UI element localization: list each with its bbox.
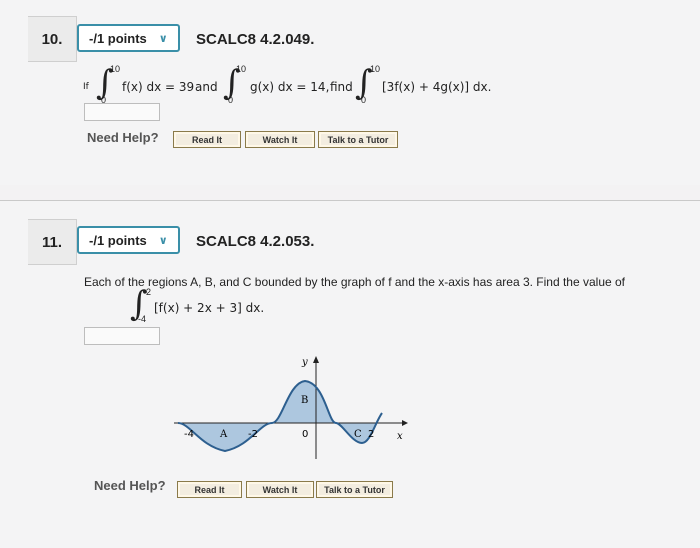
- x-axis-label: x: [397, 431, 403, 442]
- points-label: -/1 points: [89, 30, 147, 46]
- answer-input[interactable]: [84, 103, 160, 121]
- question-10: 10. -/1 points ∨ SCALC8 4.2.049. If ∫ 10…: [0, 0, 700, 185]
- integral-upper-limit: 10: [110, 64, 121, 74]
- chevron-down-icon: ∨: [158, 32, 168, 45]
- and-word: and: [195, 80, 218, 94]
- integral-expression: f(x) dx = 39: [122, 80, 195, 94]
- talk-to-tutor-button[interactable]: Talk to a Tutor: [318, 131, 398, 148]
- integral-upper-limit: 2: [146, 287, 152, 297]
- read-it-button[interactable]: Read It: [177, 481, 242, 498]
- integral-upper-limit: 10: [370, 64, 381, 74]
- question-number-label: 10.: [41, 30, 63, 48]
- chevron-down-icon: ∨: [158, 234, 168, 247]
- integral-lower-limit: 0: [361, 95, 367, 105]
- tick-label-2: 2: [368, 429, 374, 440]
- problem-code: SCALC8 4.2.053.: [196, 233, 315, 250]
- question-11: 11. -/1 points ∨ SCALC8 4.2.053. Each of…: [0, 200, 700, 548]
- problem-statement: Each of the regions A, B, and C bounded …: [84, 275, 626, 289]
- if-word: If: [83, 82, 89, 92]
- question-number-label: 11.: [41, 233, 63, 251]
- integral-lower-limit: 0: [228, 95, 234, 105]
- need-help-label: Need Help?: [94, 478, 166, 493]
- answer-input[interactable]: [84, 327, 160, 345]
- points-dropdown[interactable]: -/1 points ∨: [77, 24, 180, 52]
- watch-it-button[interactable]: Watch It: [246, 481, 314, 498]
- region-c-label: C: [354, 429, 362, 440]
- x-axis-arrow: [402, 420, 408, 426]
- y-axis-label: y: [301, 357, 308, 368]
- tick-label-neg4: -4: [184, 429, 194, 440]
- question-number: 10.: [28, 16, 77, 62]
- talk-to-tutor-button[interactable]: Talk to a Tutor: [316, 481, 393, 498]
- question-number: 11.: [28, 219, 77, 265]
- region-b-label: B: [301, 395, 308, 406]
- tick-label-neg2: -2: [248, 429, 258, 440]
- function-graph: y x -4 -2 0 2 A B C: [174, 356, 408, 459]
- integral-expression: g(x) dx = 14,: [250, 80, 330, 94]
- integral-upper-limit: 10: [236, 64, 247, 74]
- integral-expression: [3f(x) + 4g(x)] dx.: [382, 80, 492, 94]
- find-word: find: [330, 80, 353, 94]
- read-it-button[interactable]: Read It: [173, 131, 241, 148]
- integral-lower-limit: -4: [138, 314, 147, 324]
- need-help-label: Need Help?: [87, 130, 159, 145]
- integral-expression: [f(x) + 2x + 3] dx.: [154, 301, 265, 315]
- y-axis-arrow: [313, 356, 319, 363]
- watch-it-button[interactable]: Watch It: [245, 131, 315, 148]
- region-a-label: A: [219, 429, 228, 440]
- problem-code: SCALC8 4.2.049.: [196, 31, 315, 48]
- points-dropdown[interactable]: -/1 points ∨: [77, 226, 180, 254]
- tick-label-0: 0: [302, 429, 308, 440]
- points-label: -/1 points: [89, 232, 147, 248]
